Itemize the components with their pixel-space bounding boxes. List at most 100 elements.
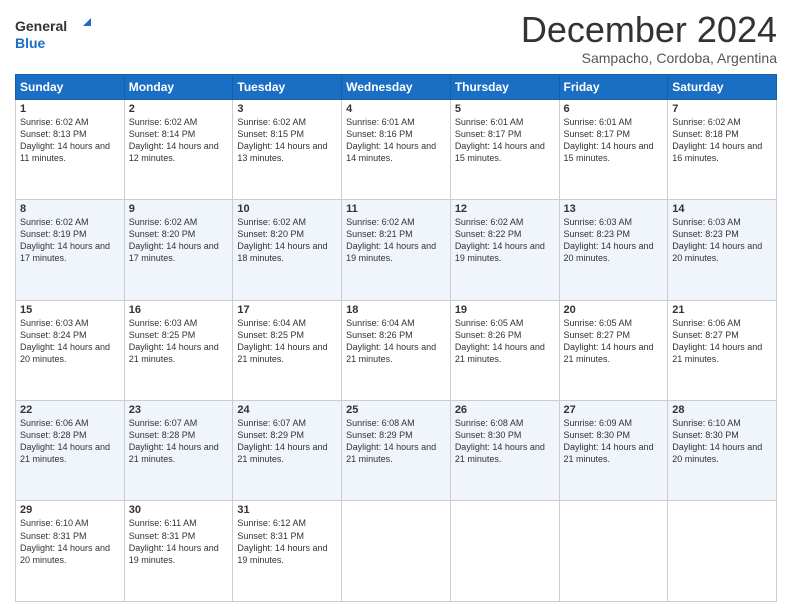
table-row [668,501,777,602]
day-info: Sunrise: 6:02 AMSunset: 8:21 PMDaylight:… [346,217,436,263]
table-row: 9 Sunrise: 6:02 AMSunset: 8:20 PMDayligh… [124,200,233,300]
day-info: Sunrise: 6:08 AMSunset: 8:29 PMDaylight:… [346,418,436,464]
day-info: Sunrise: 6:11 AMSunset: 8:31 PMDaylight:… [129,518,219,564]
table-row: 23 Sunrise: 6:07 AMSunset: 8:28 PMDaylig… [124,401,233,501]
table-row: 17 Sunrise: 6:04 AMSunset: 8:25 PMDaylig… [233,300,342,400]
location-subtitle: Sampacho, Cordoba, Argentina [521,50,777,66]
day-number: 19 [455,304,555,316]
table-row [450,501,559,602]
day-info: Sunrise: 6:02 AMSunset: 8:13 PMDaylight:… [20,117,110,163]
day-number: 1 [20,103,120,115]
day-info: Sunrise: 6:01 AMSunset: 8:17 PMDaylight:… [455,117,545,163]
day-number: 28 [672,404,772,416]
day-info: Sunrise: 6:03 AMSunset: 8:24 PMDaylight:… [20,318,110,364]
day-number: 5 [455,103,555,115]
table-row: 22 Sunrise: 6:06 AMSunset: 8:28 PMDaylig… [16,401,125,501]
day-number: 11 [346,203,446,215]
table-row: 3 Sunrise: 6:02 AMSunset: 8:15 PMDayligh… [233,99,342,199]
day-number: 12 [455,203,555,215]
header: General Blue December 2024 Sampacho, Cor… [15,10,777,66]
calendar-header-row: Sunday Monday Tuesday Wednesday Thursday… [16,74,777,99]
day-number: 26 [455,404,555,416]
day-info: Sunrise: 6:02 AMSunset: 8:22 PMDaylight:… [455,217,545,263]
day-number: 25 [346,404,446,416]
day-number: 13 [564,203,664,215]
col-friday: Friday [559,74,668,99]
table-row [559,501,668,602]
day-info: Sunrise: 6:10 AMSunset: 8:30 PMDaylight:… [672,418,762,464]
title-block: December 2024 Sampacho, Cordoba, Argenti… [521,10,777,66]
table-row: 1 Sunrise: 6:02 AMSunset: 8:13 PMDayligh… [16,99,125,199]
day-info: Sunrise: 6:02 AMSunset: 8:14 PMDaylight:… [129,117,219,163]
table-row: 13 Sunrise: 6:03 AMSunset: 8:23 PMDaylig… [559,200,668,300]
svg-text:General: General [15,18,67,34]
col-wednesday: Wednesday [342,74,451,99]
table-row: 20 Sunrise: 6:05 AMSunset: 8:27 PMDaylig… [559,300,668,400]
table-row: 15 Sunrise: 6:03 AMSunset: 8:24 PMDaylig… [16,300,125,400]
day-number: 22 [20,404,120,416]
day-info: Sunrise: 6:12 AMSunset: 8:31 PMDaylight:… [237,518,327,564]
table-row: 18 Sunrise: 6:04 AMSunset: 8:26 PMDaylig… [342,300,451,400]
day-number: 14 [672,203,772,215]
table-row: 2 Sunrise: 6:02 AMSunset: 8:14 PMDayligh… [124,99,233,199]
day-number: 21 [672,304,772,316]
table-row: 12 Sunrise: 6:02 AMSunset: 8:22 PMDaylig… [450,200,559,300]
table-row: 6 Sunrise: 6:01 AMSunset: 8:17 PMDayligh… [559,99,668,199]
day-number: 3 [237,103,337,115]
day-number: 16 [129,304,229,316]
month-title: December 2024 [521,10,777,50]
day-info: Sunrise: 6:08 AMSunset: 8:30 PMDaylight:… [455,418,545,464]
day-number: 24 [237,404,337,416]
day-number: 31 [237,504,337,516]
day-info: Sunrise: 6:03 AMSunset: 8:25 PMDaylight:… [129,318,219,364]
day-info: Sunrise: 6:02 AMSunset: 8:20 PMDaylight:… [129,217,219,263]
calendar-week-row: 29 Sunrise: 6:10 AMSunset: 8:31 PMDaylig… [16,501,777,602]
day-number: 27 [564,404,664,416]
logo-svg: General Blue [15,14,95,54]
table-row: 28 Sunrise: 6:10 AMSunset: 8:30 PMDaylig… [668,401,777,501]
day-info: Sunrise: 6:02 AMSunset: 8:15 PMDaylight:… [237,117,327,163]
day-number: 8 [20,203,120,215]
table-row: 19 Sunrise: 6:05 AMSunset: 8:26 PMDaylig… [450,300,559,400]
day-number: 10 [237,203,337,215]
day-info: Sunrise: 6:04 AMSunset: 8:26 PMDaylight:… [346,318,436,364]
table-row: 31 Sunrise: 6:12 AMSunset: 8:31 PMDaylig… [233,501,342,602]
col-monday: Monday [124,74,233,99]
day-info: Sunrise: 6:03 AMSunset: 8:23 PMDaylight:… [672,217,762,263]
day-info: Sunrise: 6:02 AMSunset: 8:19 PMDaylight:… [20,217,110,263]
day-info: Sunrise: 6:04 AMSunset: 8:25 PMDaylight:… [237,318,327,364]
col-sunday: Sunday [16,74,125,99]
day-info: Sunrise: 6:09 AMSunset: 8:30 PMDaylight:… [564,418,654,464]
day-number: 18 [346,304,446,316]
day-number: 23 [129,404,229,416]
day-info: Sunrise: 6:07 AMSunset: 8:28 PMDaylight:… [129,418,219,464]
day-number: 7 [672,103,772,115]
day-info: Sunrise: 6:10 AMSunset: 8:31 PMDaylight:… [20,518,110,564]
table-row: 5 Sunrise: 6:01 AMSunset: 8:17 PMDayligh… [450,99,559,199]
table-row: 29 Sunrise: 6:10 AMSunset: 8:31 PMDaylig… [16,501,125,602]
day-info: Sunrise: 6:03 AMSunset: 8:23 PMDaylight:… [564,217,654,263]
day-number: 6 [564,103,664,115]
calendar-week-row: 1 Sunrise: 6:02 AMSunset: 8:13 PMDayligh… [16,99,777,199]
table-row: 21 Sunrise: 6:06 AMSunset: 8:27 PMDaylig… [668,300,777,400]
table-row: 16 Sunrise: 6:03 AMSunset: 8:25 PMDaylig… [124,300,233,400]
day-info: Sunrise: 6:06 AMSunset: 8:27 PMDaylight:… [672,318,762,364]
col-thursday: Thursday [450,74,559,99]
col-tuesday: Tuesday [233,74,342,99]
calendar-week-row: 22 Sunrise: 6:06 AMSunset: 8:28 PMDaylig… [16,401,777,501]
svg-text:Blue: Blue [15,35,46,51]
day-number: 2 [129,103,229,115]
day-number: 20 [564,304,664,316]
table-row: 25 Sunrise: 6:08 AMSunset: 8:29 PMDaylig… [342,401,451,501]
table-row: 27 Sunrise: 6:09 AMSunset: 8:30 PMDaylig… [559,401,668,501]
table-row: 8 Sunrise: 6:02 AMSunset: 8:19 PMDayligh… [16,200,125,300]
col-saturday: Saturday [668,74,777,99]
day-number: 4 [346,103,446,115]
day-info: Sunrise: 6:05 AMSunset: 8:27 PMDaylight:… [564,318,654,364]
table-row: 24 Sunrise: 6:07 AMSunset: 8:29 PMDaylig… [233,401,342,501]
day-info: Sunrise: 6:07 AMSunset: 8:29 PMDaylight:… [237,418,327,464]
calendar-week-row: 8 Sunrise: 6:02 AMSunset: 8:19 PMDayligh… [16,200,777,300]
day-number: 30 [129,504,229,516]
calendar-table: Sunday Monday Tuesday Wednesday Thursday… [15,74,777,602]
day-info: Sunrise: 6:06 AMSunset: 8:28 PMDaylight:… [20,418,110,464]
